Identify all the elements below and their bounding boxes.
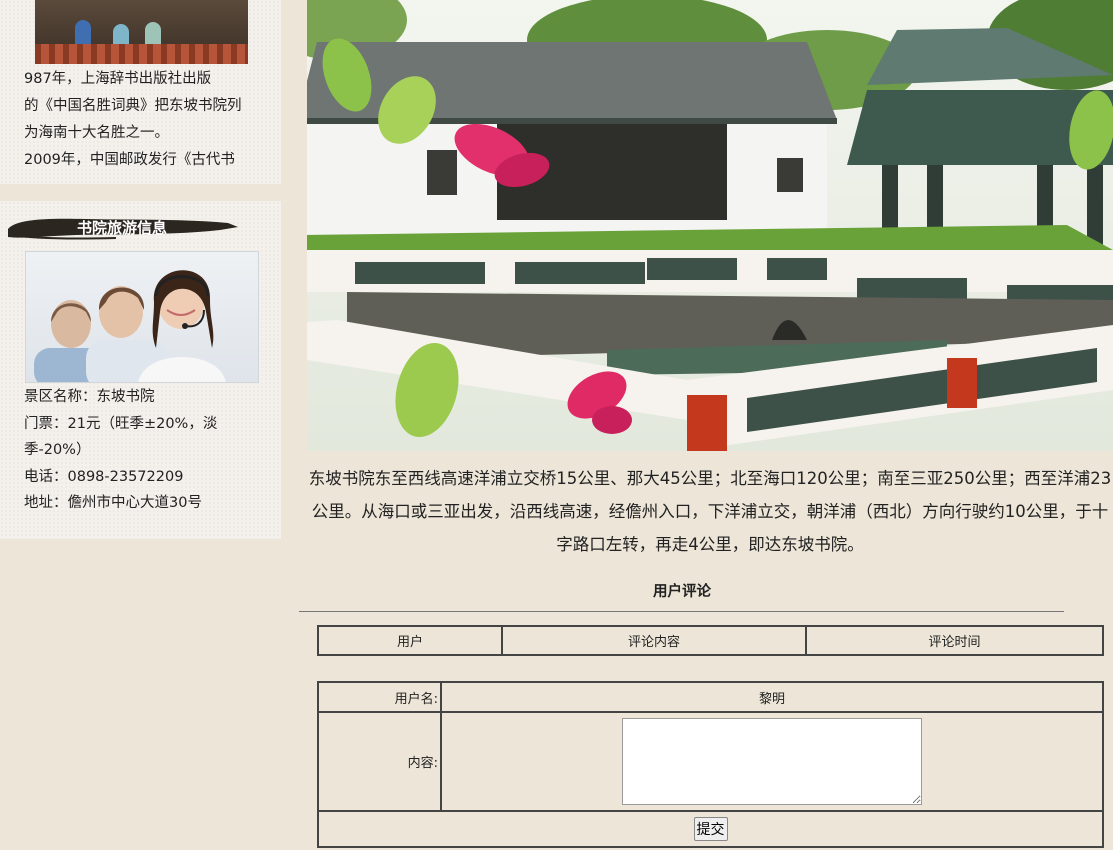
submit-cell: 提交 [317,810,1104,848]
username-value: 黎明 [440,681,1104,713]
column-content: 评论内容 [501,625,807,656]
reviews-table: 用户 评论内容 评论时间 [317,625,1104,656]
submit-button[interactable]: 提交 [693,817,728,841]
sidebar-intro-panel: 987年，上海辞书出版社出版 的《中国名胜词典》把东坡书院列 为海南十大名胜之一… [0,0,281,184]
reviews-title: 用户评论 [653,584,711,600]
dongpo-academy-scene [307,0,1113,451]
academy-interior-thumbnail [35,0,248,64]
academy-hero-photo [307,0,1113,451]
address: 地址：儋州市中心大道30号 [24,495,202,511]
wooden-railing [35,44,248,64]
submit-row: 提交 [317,810,1104,848]
scenic-name: 景区名称：东坡书院 [24,389,155,405]
reviews-header-row: 用户 评论内容 评论时间 [317,625,1104,656]
username-row: 用户名: 黎明 [317,681,1104,713]
travel-info-panel: 书院旅游信息 景区名称：东坡书院 门票：21元（旺季±20%，淡季-20%） 电… [0,201,281,539]
content-cell [440,711,1104,812]
ticket-price: 门票：21元（旺季±20%，淡季-20%） [24,415,218,459]
travel-info-title: 书院旅游信息 [76,219,167,237]
comment-form: 用户名: 黎明 内容: 提交 [317,681,1104,848]
directions-text: 东坡书院东至西线高速洋浦立交桥15公里、那大45公里；北至海口120公里；南至三… [308,469,1112,554]
content-label: 内容: [317,711,442,812]
comment-content-input[interactable] [622,718,922,805]
username-label: 用户名: [317,681,442,713]
customer-service-photo [25,251,259,383]
column-time: 评论时间 [805,625,1104,656]
reviews-divider [299,611,1064,612]
intro-paragraph: 987年，上海辞书出版社出版 的《中国名胜词典》把东坡书院列 为海南十大名胜之一… [24,71,242,168]
travel-info-list: 景区名称：东坡书院 门票：21元（旺季±20%，淡季-20%） 电话：0898-… [24,384,256,517]
content-row: 内容: [317,711,1104,812]
phone-number: 电话：0898-23572209 [24,468,184,485]
travel-info-heading: 书院旅游信息 [6,213,238,243]
column-user: 用户 [317,625,503,656]
